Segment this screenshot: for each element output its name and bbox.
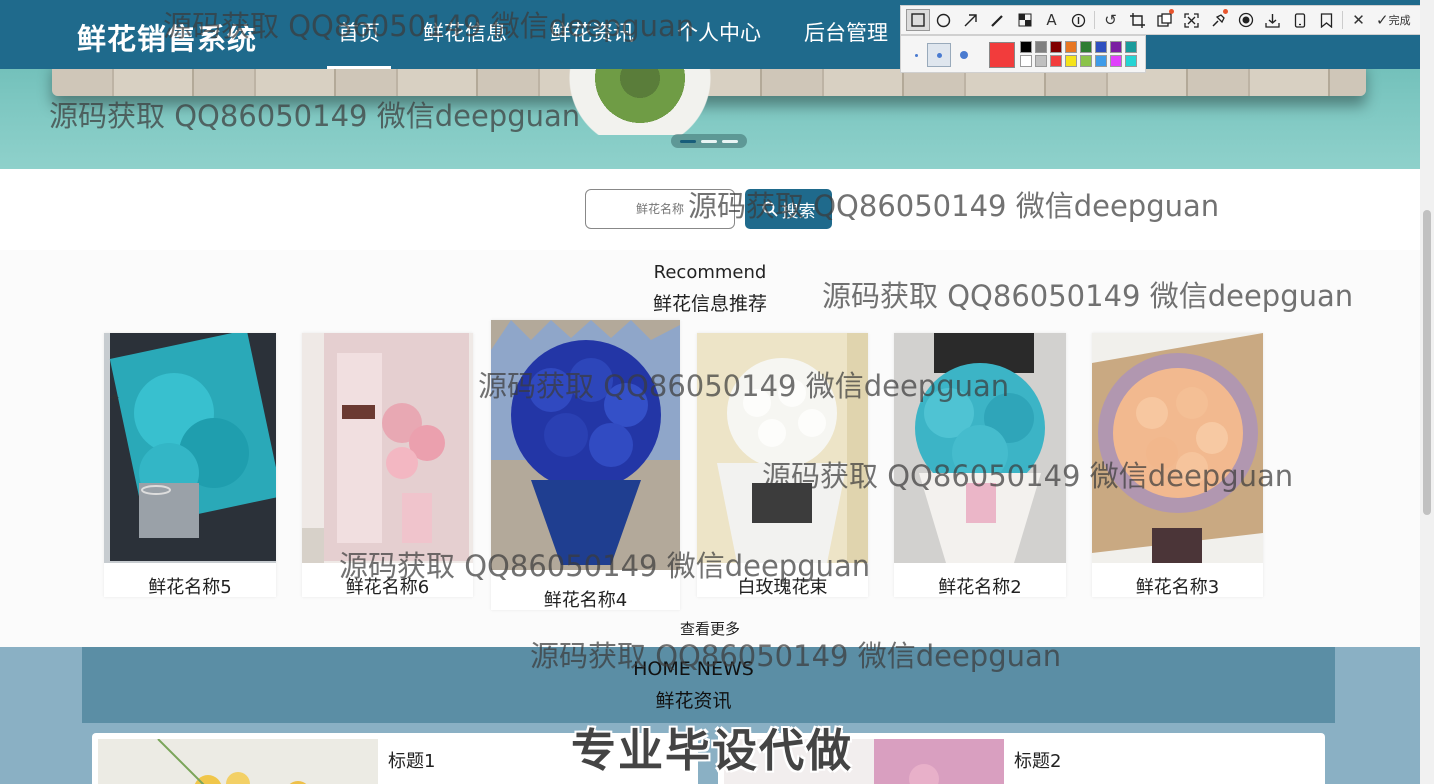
toolbar-divider bbox=[1342, 11, 1343, 29]
product-card[interactable]: 鲜花名称3 bbox=[1092, 333, 1263, 598]
color-swatch-grid bbox=[1020, 41, 1138, 67]
nav-item-flower-info[interactable]: 鲜花信息 bbox=[412, 0, 518, 69]
download-icon[interactable] bbox=[1259, 6, 1286, 34]
color-swatch[interactable] bbox=[1125, 55, 1137, 67]
nav-item-home[interactable]: 首页 bbox=[327, 0, 391, 69]
page-scrollbar[interactable] bbox=[1420, 0, 1434, 784]
recommend-section: Recommend 鲜花信息推荐 鲜花名称5 鲜花名称6 鲜花名称4 白玫瑰花束… bbox=[0, 250, 1420, 647]
product-card[interactable]: 白玫瑰花束 bbox=[697, 333, 868, 598]
product-image bbox=[894, 333, 1066, 563]
product-image bbox=[697, 333, 868, 563]
product-card[interactable]: 鲜花名称2 bbox=[894, 333, 1066, 598]
scrollbar-thumb[interactable] bbox=[1423, 210, 1431, 515]
product-name: 白玫瑰花束 bbox=[737, 577, 828, 598]
nav-item-profile[interactable]: 个人中心 bbox=[666, 0, 772, 69]
news-title-cn: 鲜花资讯 bbox=[655, 690, 732, 712]
color-swatch[interactable] bbox=[1050, 55, 1062, 67]
phone-icon[interactable] bbox=[1286, 6, 1313, 34]
news-title: 标题1 bbox=[388, 751, 436, 772]
pin-icon[interactable] bbox=[1205, 6, 1232, 34]
product-image bbox=[302, 333, 473, 563]
color-swatch[interactable] bbox=[1125, 41, 1137, 53]
nav-item-admin[interactable]: 后台管理 bbox=[793, 0, 899, 69]
done-label: 完成 bbox=[1388, 14, 1411, 27]
product-image bbox=[1092, 333, 1263, 563]
current-color-swatch[interactable] bbox=[989, 42, 1015, 68]
color-swatch[interactable] bbox=[1065, 55, 1077, 67]
brush-size-small[interactable] bbox=[904, 43, 928, 67]
site-brand[interactable]: 鲜花销售系统 bbox=[77, 16, 257, 58]
search-button-label: 搜索 bbox=[781, 201, 816, 222]
carousel-dot-3[interactable] bbox=[722, 139, 738, 143]
crosshair-cursor-icon: ⌖ bbox=[110, 388, 120, 407]
product-name: 鲜花名称3 bbox=[1135, 577, 1220, 598]
color-swatch[interactable] bbox=[1020, 41, 1032, 53]
color-swatch[interactable] bbox=[1065, 41, 1077, 53]
number-marker-icon[interactable] bbox=[1065, 6, 1092, 34]
close-icon[interactable]: ✕ bbox=[1345, 6, 1372, 34]
undo-icon[interactable]: ↺ bbox=[1097, 6, 1124, 34]
check-icon: ✓ bbox=[1376, 11, 1389, 29]
news-thumbnail bbox=[98, 739, 378, 784]
color-swatch[interactable] bbox=[1080, 55, 1092, 67]
product-name: 鲜花名称6 bbox=[345, 577, 430, 598]
circle-icon[interactable] bbox=[930, 6, 957, 34]
news-title: 标题2 bbox=[1014, 751, 1062, 772]
promo-overlay-banner: 专业毕设代做 bbox=[571, 724, 854, 777]
color-swatch[interactable] bbox=[1080, 41, 1092, 53]
color-swatch[interactable] bbox=[1035, 41, 1047, 53]
product-image bbox=[104, 333, 276, 563]
scan-icon[interactable] bbox=[1178, 6, 1205, 34]
arrow-icon[interactable] bbox=[957, 6, 984, 34]
product-image bbox=[491, 320, 680, 570]
rectangle-icon[interactable] bbox=[906, 9, 930, 31]
carousel-dot-2[interactable] bbox=[701, 139, 717, 143]
search-icon bbox=[762, 201, 778, 217]
nav-item-flower-news[interactable]: 鲜花资讯 bbox=[539, 0, 645, 69]
color-swatch[interactable] bbox=[1050, 41, 1062, 53]
product-name: 鲜花名称4 bbox=[543, 590, 628, 611]
brush-size-large[interactable] bbox=[952, 43, 976, 67]
brush-size-medium[interactable] bbox=[927, 43, 951, 67]
search-input[interactable] bbox=[585, 189, 735, 229]
product-name: 鲜花名称2 bbox=[938, 577, 1022, 598]
recommend-title-en: Recommend bbox=[653, 262, 767, 283]
product-card[interactable]: 鲜花名称4 bbox=[491, 320, 680, 611]
carousel-indicators[interactable] bbox=[671, 134, 747, 148]
pen-icon[interactable] bbox=[984, 6, 1011, 34]
bookmark-icon[interactable] bbox=[1313, 6, 1340, 34]
done-button[interactable]: ✓ 完成 bbox=[1372, 6, 1415, 34]
product-name: 鲜花名称5 bbox=[148, 577, 232, 598]
color-swatch[interactable] bbox=[1035, 55, 1047, 67]
color-swatch[interactable] bbox=[1110, 41, 1122, 53]
news-title-en: HOME NEWS bbox=[633, 658, 754, 680]
record-icon[interactable] bbox=[1232, 6, 1259, 34]
nav-menu: 首页 鲜花信息 鲜花资讯 个人中心 后台管理 bbox=[327, 0, 920, 69]
product-card[interactable]: 鲜花名称6 bbox=[302, 333, 473, 598]
carousel-dot-1[interactable] bbox=[680, 139, 696, 143]
view-more-link[interactable]: 查看更多 bbox=[0, 618, 1420, 639]
color-swatch[interactable] bbox=[1020, 55, 1032, 67]
ocr-icon[interactable] bbox=[1151, 6, 1178, 34]
screenshot-toolbar: A ↺ ✕ ✓ 完成 bbox=[900, 5, 1434, 35]
product-card[interactable]: 鲜花名称5 bbox=[104, 333, 276, 598]
color-swatch[interactable] bbox=[1110, 55, 1122, 67]
color-swatch[interactable] bbox=[1095, 41, 1107, 53]
color-swatch[interactable] bbox=[1095, 55, 1107, 67]
search-button[interactable]: 搜索 bbox=[745, 189, 832, 229]
screenshot-color-palette bbox=[900, 35, 1146, 73]
text-icon[interactable]: A bbox=[1038, 6, 1065, 34]
recommend-title-cn: 鲜花信息推荐 bbox=[652, 293, 767, 315]
mosaic-icon[interactable] bbox=[1011, 6, 1038, 34]
crop-icon[interactable] bbox=[1124, 6, 1151, 34]
toolbar-divider bbox=[1094, 11, 1095, 29]
